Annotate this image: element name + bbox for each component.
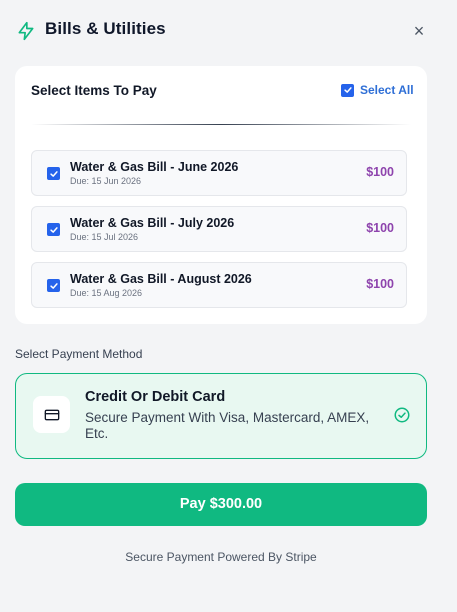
bill-item-checkbox[interactable]: [47, 223, 60, 236]
payment-method-card-option[interactable]: Credit Or Debit Card Secure Payment With…: [15, 373, 427, 459]
bill-item-checkbox[interactable]: [47, 167, 60, 180]
secure-payment-note: Secure Payment Powered By Stripe: [125, 550, 317, 564]
payment-method-title: Credit Or Debit Card: [85, 389, 226, 405]
bill-item-amount: $100: [366, 277, 394, 291]
bill-item-due-date: Due: 15 Jun 2026: [70, 176, 142, 186]
checkmark-icon: [49, 282, 58, 289]
bill-item-amount: $100: [366, 221, 394, 235]
credit-card-icon: [44, 409, 59, 420]
check-circle-icon: [394, 407, 410, 423]
divider: [31, 124, 411, 125]
items-card: Select Items To Pay Select All Water & G…: [15, 66, 427, 324]
bill-item-name: Water & Gas Bill - August 2026: [70, 272, 252, 286]
bill-item-amount: $100: [366, 165, 394, 179]
bill-item-checkbox[interactable]: [47, 279, 60, 292]
modal-title: Bills & Utilities: [45, 19, 166, 38]
bill-item-due-date: Due: 15 Aug 2026: [70, 288, 143, 298]
select-all-toggle[interactable]: Select All: [341, 83, 414, 97]
close-icon[interactable]: ×: [410, 22, 428, 40]
payment-method-description: Secure Payment With Visa, Mastercard, AM…: [85, 410, 370, 441]
modal-header: Bills & Utilities ×: [0, 0, 457, 62]
checkmark-icon: [343, 87, 352, 93]
bill-item-row[interactable]: Water & Gas Bill - June 2026 Due: 15 Jun…: [31, 150, 407, 196]
select-all-label: Select All: [360, 83, 414, 97]
checkmark-icon: [49, 170, 58, 177]
bill-item-row[interactable]: Water & Gas Bill - July 2026 Due: 15 Jul…: [31, 206, 407, 252]
checkmark-icon: [49, 226, 58, 233]
bill-item-name: Water & Gas Bill - June 2026: [70, 160, 239, 174]
lightning-bolt-icon: [18, 21, 34, 41]
items-section-title: Select Items To Pay: [31, 83, 157, 98]
payment-method-label: Select Payment Method: [15, 347, 143, 361]
bill-item-row[interactable]: Water & Gas Bill - August 2026 Due: 15 A…: [31, 262, 407, 308]
bill-item-due-date: Due: 15 Jul 2026: [70, 232, 139, 242]
card-icon-box: [33, 396, 70, 433]
pay-button[interactable]: Pay $300.00: [15, 483, 427, 526]
select-all-checkbox[interactable]: [341, 83, 354, 97]
bill-item-name: Water & Gas Bill - July 2026: [70, 216, 235, 230]
